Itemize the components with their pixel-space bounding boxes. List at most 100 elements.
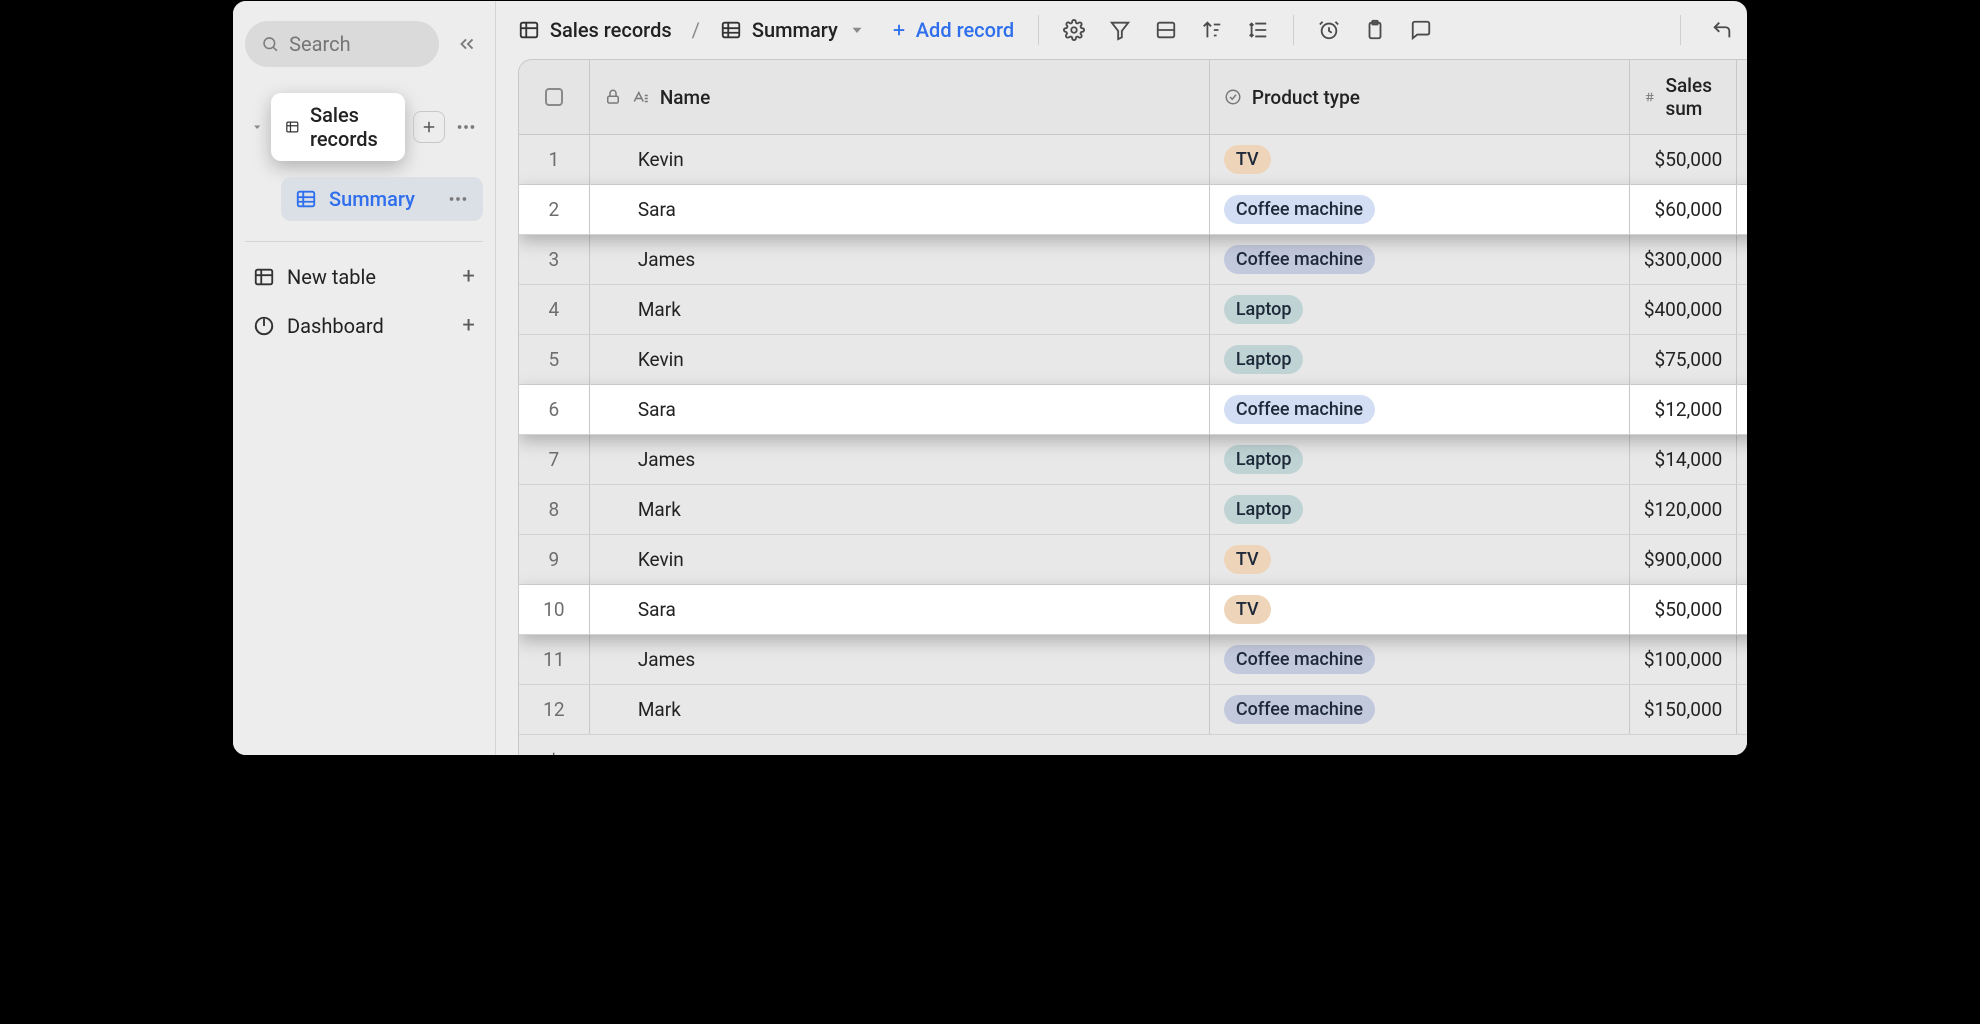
cell-product[interactable]: Coffee machine (1209, 185, 1629, 234)
cell-sales-sum[interactable]: $75,000 (1629, 335, 1737, 384)
cell-product[interactable]: Laptop (1209, 435, 1629, 484)
cell-product[interactable]: Coffee machine (1209, 635, 1629, 684)
search-input[interactable] (289, 32, 423, 56)
cell-product[interactable]: Coffee machine (1209, 235, 1629, 284)
grid-view-icon (295, 188, 317, 210)
cell-product[interactable]: Coffee machine (1209, 685, 1629, 734)
cell-name[interactable]: James (589, 635, 1209, 684)
sidebar-item-label: Dashboard (287, 314, 384, 338)
cell-product[interactable]: TV (1209, 535, 1629, 584)
row-index: 7 (519, 435, 589, 484)
cell-product[interactable]: Laptop (1209, 335, 1629, 384)
cell-sales-sum[interactable]: $14,000 (1629, 435, 1737, 484)
cell-name[interactable]: Kevin (589, 535, 1209, 584)
table-row[interactable]: 8MarkLaptop$120,000 (519, 485, 1748, 535)
cell-sales-sum[interactable]: $300,000 (1629, 235, 1737, 284)
cell-sales-sum[interactable]: $50,000 (1629, 585, 1737, 634)
sidebar-table-badge[interactable]: Sales records (271, 93, 404, 161)
comment-icon[interactable] (1410, 19, 1432, 41)
cell-name[interactable]: Mark (589, 685, 1209, 734)
sidebar-table-row[interactable]: Sales records (245, 87, 483, 167)
product-tag: Laptop (1224, 495, 1304, 524)
table-row[interactable]: 11JamesCoffee machine$100,000 (519, 635, 1748, 685)
table-row[interactable]: 9KevinTV$900,000 (519, 535, 1748, 585)
add-row-button[interactable]: + (519, 745, 589, 756)
cell-name[interactable]: Kevin (589, 335, 1209, 384)
table-row[interactable]: 7JamesLaptop$14,000 (519, 435, 1748, 485)
clipboard-icon[interactable] (1364, 19, 1386, 41)
cell-name[interactable]: Sara (589, 185, 1209, 234)
breadcrumb-table-label: Sales records (550, 18, 672, 42)
cell-product[interactable]: Coffee machine (1209, 385, 1629, 434)
sort-asc-icon[interactable] (1201, 19, 1223, 41)
table-row[interactable]: 4MarkLaptop$400,000 (519, 285, 1748, 335)
undo-icon[interactable] (1711, 19, 1733, 41)
column-header-product[interactable]: Product type (1209, 60, 1629, 134)
add-record-button[interactable]: Add record (890, 18, 1014, 42)
cell-name[interactable]: James (589, 235, 1209, 284)
table-row[interactable]: 3JamesCoffee machine$300,000 (519, 235, 1748, 285)
cell-sales-sum[interactable]: $50,000 (1629, 135, 1737, 184)
cell-empty (1736, 385, 1748, 434)
table-row[interactable]: 6SaraCoffee machine$12,000 (519, 385, 1748, 435)
sidebar-item-label: New table (287, 265, 376, 289)
group-icon[interactable] (1155, 19, 1177, 41)
breadcrumb-view[interactable]: Summary (720, 18, 866, 42)
dots-icon[interactable] (455, 116, 477, 138)
product-tag: Coffee machine (1224, 195, 1375, 224)
cell-name[interactable]: James (589, 435, 1209, 484)
add-view-button[interactable] (413, 111, 445, 143)
cell-name[interactable]: Kevin (589, 135, 1209, 184)
search-input-wrapper[interactable] (245, 21, 439, 67)
cell-empty (1736, 685, 1748, 734)
sidebar-dashboard[interactable]: Dashboard + (245, 301, 483, 350)
dots-icon[interactable] (447, 188, 469, 210)
cell-sales-sum[interactable]: $150,000 (1629, 685, 1737, 734)
cell-product[interactable]: Laptop (1209, 485, 1629, 534)
cell-sales-sum[interactable]: $100,000 (1629, 635, 1737, 684)
cell-empty (1736, 235, 1748, 284)
table-row[interactable]: 10SaraTV$50,000 (519, 585, 1748, 635)
settings-icon[interactable] (1063, 19, 1085, 41)
sidebar: Sales records Summary New table + (233, 1, 496, 755)
cell-sales-sum[interactable]: $12,000 (1629, 385, 1737, 434)
add-record-label: Add record (916, 18, 1014, 42)
add-column-button[interactable] (1736, 60, 1748, 134)
cell-empty (1736, 285, 1748, 334)
cell-name[interactable]: Mark (589, 485, 1209, 534)
table-row[interactable]: 2SaraCoffee machine$60,000 (519, 185, 1748, 235)
main-area: Sales records / Summary Add record (496, 1, 1748, 755)
sidebar-view-item[interactable]: Summary (281, 177, 483, 221)
cell-sales-sum[interactable]: $900,000 (1629, 535, 1737, 584)
table-icon (253, 266, 275, 288)
data-grid: Name Product type Sales sum (518, 59, 1748, 756)
caret-down-icon (251, 118, 263, 136)
filter-icon[interactable] (1109, 19, 1131, 41)
grid-body: 1KevinTV$50,0002SaraCoffee machine$60,00… (519, 135, 1748, 735)
column-header-sales-sum[interactable]: Sales sum (1629, 60, 1737, 134)
collapse-sidebar-button[interactable] (451, 28, 483, 60)
cell-product[interactable]: TV (1209, 135, 1629, 184)
product-tag: Coffee machine (1224, 395, 1375, 424)
row-height-icon[interactable] (1247, 19, 1269, 41)
reminder-icon[interactable] (1318, 19, 1340, 41)
product-tag: TV (1224, 145, 1271, 174)
table-row[interactable]: 12MarkCoffee machine$150,000 (519, 685, 1748, 735)
select-all-cell[interactable] (519, 60, 589, 134)
cell-product[interactable]: Laptop (1209, 285, 1629, 334)
table-row[interactable]: 1KevinTV$50,000 (519, 135, 1748, 185)
cell-name[interactable]: Sara (589, 385, 1209, 434)
cell-sales-sum[interactable]: $120,000 (1629, 485, 1737, 534)
sidebar-view-label: Summary (329, 187, 415, 211)
sidebar-new-table[interactable]: New table + (245, 252, 483, 301)
cell-sales-sum[interactable]: $60,000 (1629, 185, 1737, 234)
cell-name[interactable]: Mark (589, 285, 1209, 334)
table-row[interactable]: 5KevinLaptop$75,000 (519, 335, 1748, 385)
cell-name[interactable]: Sara (589, 585, 1209, 634)
row-index: 9 (519, 535, 589, 584)
column-header-name[interactable]: Name (589, 60, 1209, 134)
breadcrumb-table[interactable]: Sales records (518, 18, 672, 42)
cell-empty (1736, 335, 1748, 384)
cell-sales-sum[interactable]: $400,000 (1629, 285, 1737, 334)
cell-product[interactable]: TV (1209, 585, 1629, 634)
